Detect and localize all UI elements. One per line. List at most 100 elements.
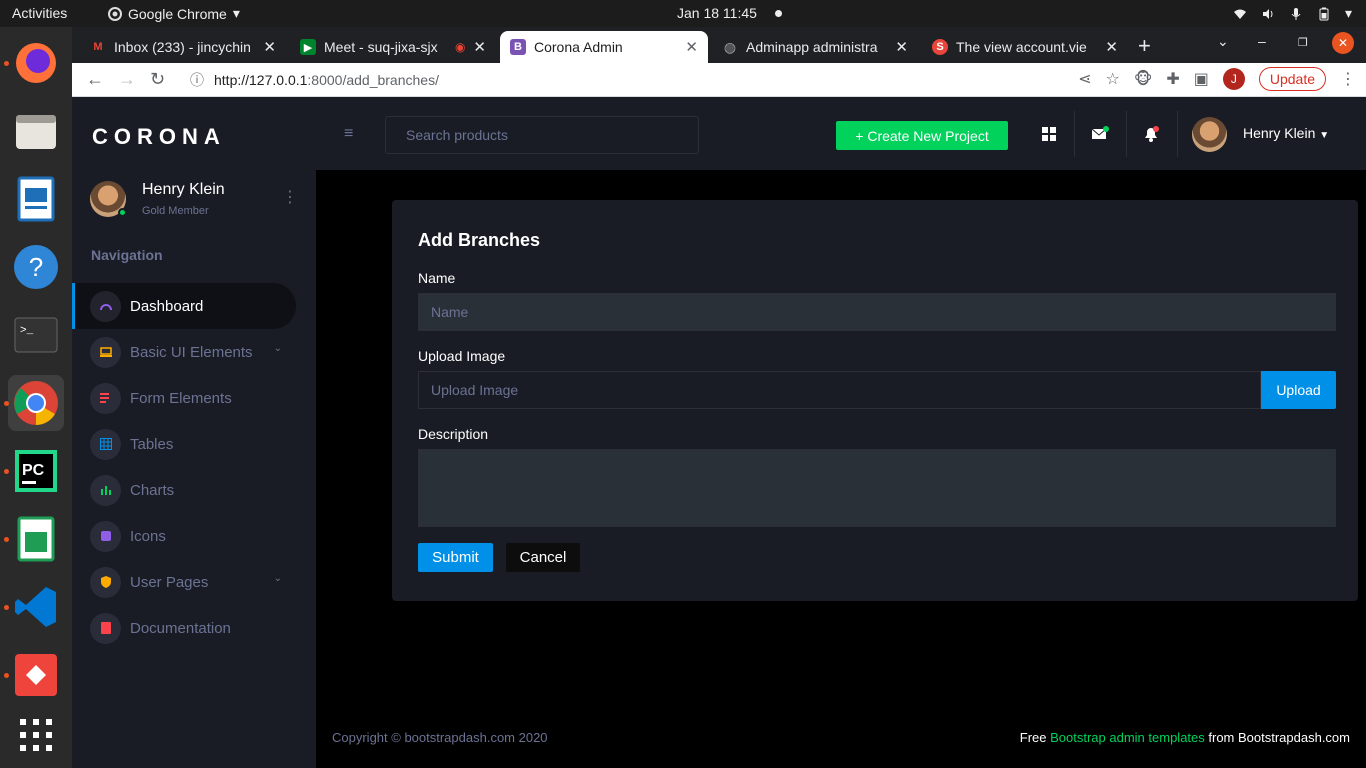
close-icon[interactable]: ✕ (895, 38, 908, 56)
share-icon[interactable]: ⋖ (1078, 69, 1091, 89)
create-project-button[interactable]: + Create New Project (836, 121, 1008, 150)
show-apps-button[interactable] (8, 707, 64, 763)
bookmark-star-icon[interactable]: ☆ (1105, 69, 1119, 89)
close-window-icon[interactable]: ✕ (1332, 32, 1354, 54)
chrome-small-icon (108, 6, 122, 21)
sidebar-item-form-elements[interactable]: Form Elements (72, 375, 296, 421)
name-field[interactable]: Name (418, 293, 1336, 331)
page-content: CORONA Henry Klein Gold Member ⋮ Navigat… (72, 97, 1366, 768)
extension-monkey-icon[interactable]: 🐵 (1134, 69, 1153, 89)
svg-text:>_: >_ (20, 325, 34, 337)
calc-launcher[interactable] (8, 511, 64, 567)
terminal-launcher[interactable]: >_ (8, 307, 64, 363)
nav-category: Navigation (91, 247, 163, 263)
email-icon[interactable] (1087, 121, 1113, 147)
clock[interactable]: Jan 18 11:45 (677, 5, 757, 21)
sidebar-item-basic-ui[interactable]: Basic UI Elements ⌄ (72, 329, 296, 375)
running-indicator (4, 537, 9, 542)
recording-icon: ◉ (454, 40, 466, 54)
info-icon[interactable]: ⓘ (190, 70, 204, 90)
online-status-dot (118, 208, 127, 217)
chrome-launcher[interactable] (8, 375, 64, 431)
bell-icon[interactable] (1138, 121, 1164, 147)
minimize-icon[interactable]: – (1258, 33, 1266, 49)
divider (1126, 111, 1127, 157)
pycharm-launcher[interactable]: PC (8, 443, 64, 499)
close-icon[interactable]: ✕ (1105, 38, 1118, 56)
add-branches-card: Add Branches Name Name Upload Image Uplo… (392, 200, 1358, 601)
toolbar-actions: ⋖ ☆ 🐵 ✚ ▣ J Update ⋮ (1078, 67, 1356, 91)
close-icon[interactable]: ✕ (263, 38, 276, 56)
app-menu[interactable]: Google Chrome ▾ (108, 5, 240, 22)
firefox-launcher[interactable] (8, 35, 64, 91)
upload-image-label: Upload Image (418, 348, 506, 364)
address-bar[interactable]: ⓘ http://127.0.0.1:8000/add_branches/ (180, 65, 1180, 95)
help-launcher[interactable]: ? (8, 239, 64, 295)
tab-view-account[interactable]: S The view account.vie ✕ (922, 31, 1128, 63)
cancel-button[interactable]: Cancel (506, 543, 580, 572)
tab-gmail[interactable]: M Inbox (233) - jincychin ✕ (80, 31, 286, 63)
upload-image-field[interactable]: Upload Image (418, 371, 1261, 409)
svg-text:?: ? (29, 252, 43, 282)
microphone-icon (1291, 7, 1301, 20)
back-icon[interactable]: ← (86, 69, 104, 90)
vscode-launcher[interactable] (8, 579, 64, 635)
close-icon[interactable]: ✕ (685, 38, 698, 56)
tab-adminapp[interactable]: ◍ Adminapp administra ✕ (712, 31, 918, 63)
vscode-icon (15, 587, 56, 627)
maximize-icon[interactable]: ❐ (1298, 36, 1308, 49)
upload-button[interactable]: Upload (1261, 371, 1336, 409)
forward-icon[interactable]: → (118, 69, 136, 90)
battery-icon (1319, 7, 1329, 20)
submit-button[interactable]: Submit (418, 543, 493, 572)
divider (1074, 111, 1075, 157)
profile-avatar[interactable]: J (1222, 68, 1245, 90)
svg-text:PC: PC (22, 462, 45, 479)
activities-button[interactable]: Activities (12, 5, 67, 21)
tab-search-icon[interactable]: ⌄ (1217, 33, 1229, 50)
help-icon: ? (14, 245, 58, 289)
chevron-down-icon: ▾ (232, 5, 240, 21)
spreadsheet-icon (17, 516, 55, 562)
sidebar-item-icons[interactable]: Icons (72, 513, 296, 559)
sidebar-item-label: Icons (130, 527, 166, 545)
sidebar-item-tables[interactable]: Tables (72, 421, 296, 467)
search-input[interactable]: Search products (385, 116, 699, 154)
sidebar-profile: Henry Klein Gold Member ⋮ (90, 181, 300, 221)
grid-view-icon[interactable] (1036, 121, 1062, 147)
brand-logo[interactable]: CORONA (92, 124, 226, 150)
update-button[interactable]: Update (1258, 67, 1326, 91)
sidebar-item-documentation[interactable]: Documentation (72, 605, 296, 651)
side-panel-icon[interactable]: ▣ (1194, 69, 1209, 89)
user-menu[interactable]: Henry Klein ▼ (1243, 125, 1329, 141)
page-title: Add Branches (418, 230, 541, 250)
reload-icon[interactable]: ↻ (150, 69, 165, 90)
chevron-down-icon: ▼ (1319, 130, 1330, 141)
sidebar-item-dashboard[interactable]: Dashboard (72, 283, 296, 329)
more-vert-icon[interactable]: ⋮ (282, 187, 298, 207)
sidebar-item-label: Basic UI Elements (130, 343, 253, 361)
anydesk-launcher[interactable] (8, 647, 64, 703)
top-navbar: ≡ Search products + Create New Project H… (316, 97, 1366, 170)
sidebar-item-label: Charts (130, 481, 175, 499)
close-icon[interactable]: ✕ (473, 38, 486, 56)
new-tab-button[interactable]: + (1138, 33, 1151, 59)
description-textarea[interactable] (418, 449, 1336, 527)
sidebar-item-label: Dashboard (130, 297, 204, 315)
tab-corona-admin[interactable]: B Corona Admin ✕ (500, 31, 708, 63)
anydesk-icon (15, 654, 57, 696)
menu-toggle-icon[interactable]: ≡ (344, 125, 353, 143)
files-launcher[interactable] (8, 103, 64, 159)
extensions-puzzle-icon[interactable]: ✚ (1166, 69, 1179, 89)
tab-title: Inbox (233) - jincychin (114, 39, 251, 55)
sidebar-item-user-pages[interactable]: User Pages ⌄ (72, 559, 296, 605)
more-vert-icon[interactable]: ⋮ (1340, 69, 1356, 89)
system-tray[interactable]: ▾ (1233, 5, 1352, 22)
writer-launcher[interactable] (8, 171, 64, 227)
playlist-icon (90, 382, 121, 414)
tab-meet[interactable]: ▶ Meet - suq-jixa-sjx ◉ ✕ (290, 31, 496, 63)
running-indicator (4, 401, 9, 406)
footer-link[interactable]: Bootstrap admin templates (1050, 730, 1205, 745)
avatar[interactable] (1192, 117, 1227, 152)
sidebar-item-charts[interactable]: Charts (72, 467, 296, 513)
